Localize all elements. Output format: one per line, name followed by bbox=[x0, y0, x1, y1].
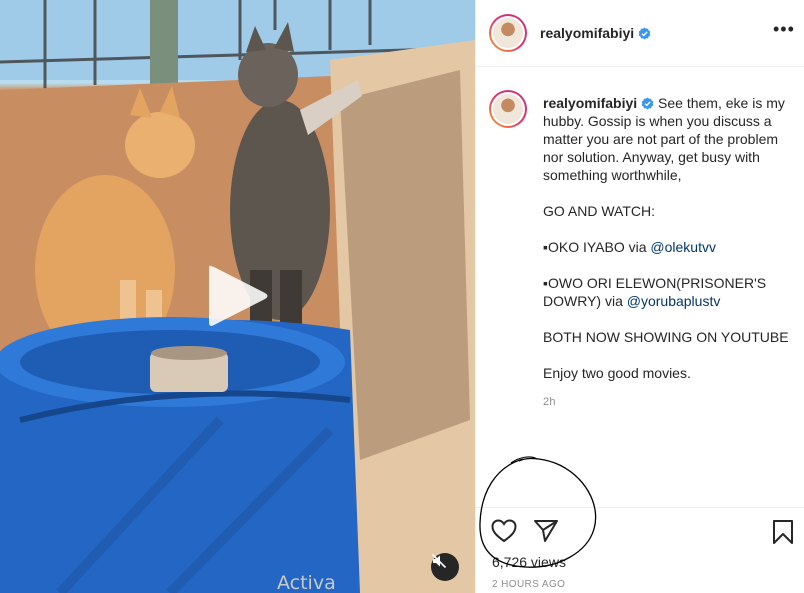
post-caption: realyomifabiyi See them, eke is my hubby… bbox=[543, 94, 789, 400]
post-timestamp[interactable]: 2 HOURS AGO bbox=[492, 579, 565, 590]
mention-link[interactable]: @yorubaplustv bbox=[627, 293, 721, 309]
mute-toggle-button[interactable] bbox=[431, 553, 459, 581]
more-options-button[interactable]: ••• bbox=[773, 20, 794, 42]
post-username[interactable]: realyomifabiyi bbox=[540, 25, 651, 41]
paper-plane-icon bbox=[534, 520, 558, 542]
views-label: views bbox=[527, 554, 566, 570]
caption-line: ▪OKO IYABO via bbox=[543, 239, 651, 255]
views-number: 6,726 bbox=[492, 554, 528, 570]
bookmark-icon bbox=[773, 520, 793, 544]
caption-relative-time[interactable]: 2h bbox=[543, 396, 556, 408]
action-bar: 6,726 views 2 HOURS AGO bbox=[476, 507, 804, 593]
activation-watermark: Activa bbox=[277, 572, 336, 593]
heart-icon bbox=[491, 519, 517, 543]
play-icon bbox=[209, 265, 268, 326]
mention-link[interactable]: @olekutvv bbox=[650, 239, 716, 255]
share-button[interactable] bbox=[533, 519, 559, 548]
caption-avatar[interactable] bbox=[489, 90, 527, 128]
caption-line: Enjoy two good movies. bbox=[543, 365, 691, 381]
caption-line: BOTH NOW SHOWING ON YOUTUBE bbox=[543, 329, 789, 345]
caption-line: GO AND WATCH: bbox=[543, 203, 655, 219]
views-count[interactable]: 6,726 views bbox=[492, 554, 566, 570]
play-button[interactable] bbox=[205, 262, 271, 330]
post-header: realyomifabiyi ••• bbox=[476, 0, 804, 67]
username-text[interactable]: realyomifabiyi bbox=[540, 25, 634, 41]
post-video[interactable] bbox=[0, 0, 475, 593]
like-button[interactable] bbox=[491, 519, 517, 548]
caption-username[interactable]: realyomifabiyi bbox=[543, 95, 637, 111]
verified-badge-icon bbox=[638, 27, 651, 40]
save-button[interactable] bbox=[772, 519, 794, 550]
caption-block: realyomifabiyi See them, eke is my hubby… bbox=[476, 68, 804, 508]
volume-muted-icon bbox=[431, 553, 447, 569]
avatar[interactable] bbox=[489, 14, 527, 52]
post-detail-panel: realyomifabiyi ••• realyomifabiyi See th… bbox=[475, 0, 804, 593]
verified-badge-icon bbox=[641, 97, 654, 110]
